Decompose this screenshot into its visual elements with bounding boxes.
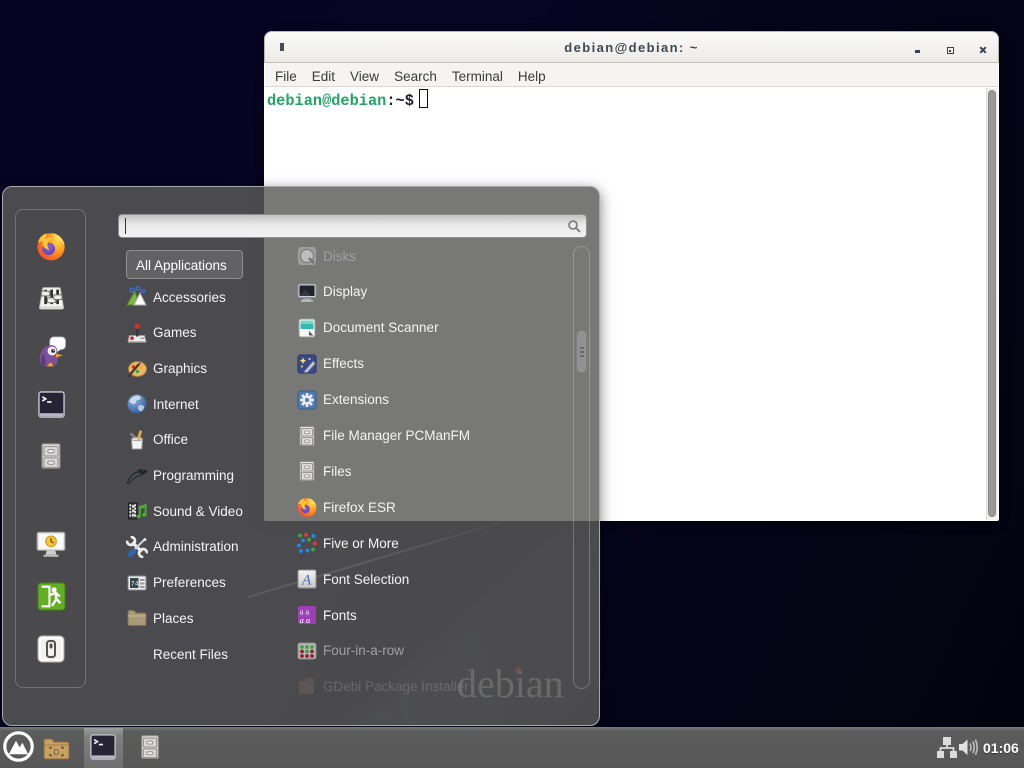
svg-text:a a: a a (300, 615, 311, 625)
svg-text:D: D (54, 748, 60, 757)
svg-text:A: A (301, 573, 312, 589)
